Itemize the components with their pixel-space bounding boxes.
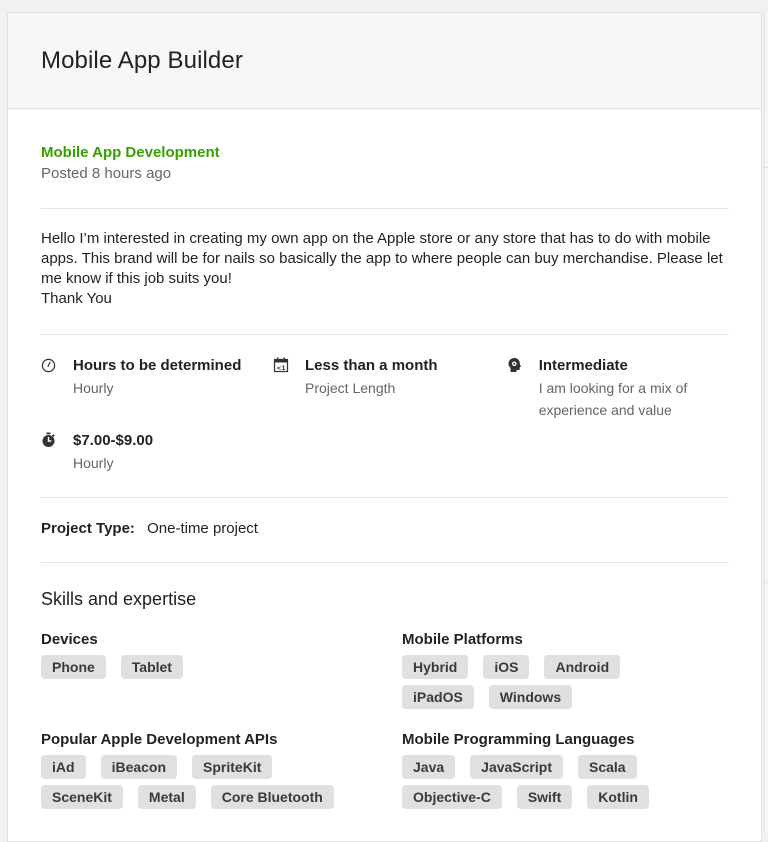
project-type-label: Project Type: [41, 520, 135, 537]
job-body: Mobile App Development Posted 8 hours ag… [8, 109, 761, 809]
feature-experience: Intermediate I am looking for a mix of e… [507, 355, 707, 421]
skill-group-title: Devices [41, 631, 98, 648]
job-meta: Mobile App Development Posted 8 hours ag… [41, 109, 729, 209]
skill-tag[interactable]: iBeacon [100, 755, 178, 779]
skills-section: Skills and expertise Devices Phone Table… [41, 563, 729, 809]
feature-rate: $7.00-$9.00 Hourly [41, 430, 153, 474]
job-category-link[interactable]: Mobile App Development [41, 143, 729, 163]
skill-group-apple-apis: Popular Apple Development APIs iAd iBeac… [41, 731, 402, 809]
skill-tags: iAd iBeacon SpriteKit SceneKit Metal Cor… [41, 755, 361, 809]
skill-tag[interactable]: iAd [41, 755, 86, 779]
head-gear-icon [507, 355, 539, 375]
skill-tag[interactable]: Objective-C [402, 785, 502, 809]
job-details-card: Mobile App Builder Mobile App Developmen… [7, 12, 762, 842]
feature-title: $7.00-$9.00 [73, 432, 154, 449]
project-type-value: One-time project [147, 520, 258, 537]
posted-time: Posted 8 hours ago [41, 165, 172, 182]
feature-subtitle: I am looking for a mix of experience and… [538, 380, 688, 418]
skill-group-mobile-platforms: Mobile Platforms Hybrid iOS Android iPad… [402, 631, 732, 709]
skill-group-devices: Devices Phone Tablet [41, 631, 402, 709]
svg-text:<1: <1 [276, 365, 285, 372]
clock-icon [41, 355, 73, 375]
skill-tag[interactable]: Java [402, 755, 456, 779]
job-description-section: Hello I’m interested in creating my own … [41, 209, 729, 335]
skill-tag[interactable]: Phone [41, 655, 106, 679]
stopwatch-icon [41, 430, 73, 450]
skill-group-programming-languages: Mobile Programming Languages Java JavaSc… [402, 731, 732, 809]
feature-title: Hours to be determined [73, 357, 242, 374]
feature-title: Intermediate [538, 357, 628, 374]
skill-tag[interactable]: Windows [488, 685, 573, 709]
job-title: Mobile App Builder [41, 46, 243, 74]
skill-tag[interactable]: Metal [137, 785, 196, 809]
skill-tag[interactable]: Android [544, 655, 621, 679]
skill-tag[interactable]: JavaScript [470, 755, 563, 779]
feature-subtitle: Hourly [73, 380, 114, 396]
skills-title: Skills and expertise [41, 589, 197, 609]
skill-tag[interactable]: SceneKit [41, 785, 123, 809]
skill-group-title: Mobile Programming Languages [402, 731, 635, 748]
skill-tag[interactable]: Swift [516, 785, 573, 809]
skill-tag[interactable]: Core Bluetooth [210, 785, 334, 809]
skill-tags: Java JavaScript Scala Objective-C Swift … [402, 755, 672, 809]
skill-tag[interactable]: Hybrid [402, 655, 469, 679]
feature-length: <1 Less than a month Project Length [273, 355, 438, 399]
skill-tags: Phone Tablet [41, 655, 381, 679]
skill-tag[interactable]: Scala [577, 755, 637, 779]
feature-title: Less than a month [305, 357, 438, 374]
skill-group-title: Popular Apple Development APIs [41, 731, 278, 748]
calendar-icon: <1 [273, 355, 305, 375]
feature-subtitle: Project Length [305, 380, 396, 396]
skill-tag[interactable]: iOS [483, 655, 530, 679]
skills-grid: Devices Phone Tablet Mobile Platforms Hy… [41, 631, 729, 809]
adjacent-panel-edge [764, 12, 768, 831]
project-type: Project Type: One-time project [41, 498, 729, 563]
skill-tag[interactable]: Kotlin [587, 785, 649, 809]
job-description: Hello I’m interested in creating my own … [41, 230, 723, 307]
job-header: Mobile App Builder [8, 13, 761, 109]
skill-group-title: Mobile Platforms [402, 631, 523, 648]
feature-subtitle: Hourly [73, 455, 114, 471]
feature-hours: Hours to be determined Hourly [41, 355, 241, 399]
skill-tags: Hybrid iOS Android iPadOS Windows [402, 655, 652, 709]
job-features: Hours to be determined Hourly <1 Less th… [41, 335, 729, 498]
skill-tag[interactable]: Tablet [120, 655, 183, 679]
skill-tag[interactable]: iPadOS [402, 685, 474, 709]
skill-tag[interactable]: SpriteKit [192, 755, 273, 779]
